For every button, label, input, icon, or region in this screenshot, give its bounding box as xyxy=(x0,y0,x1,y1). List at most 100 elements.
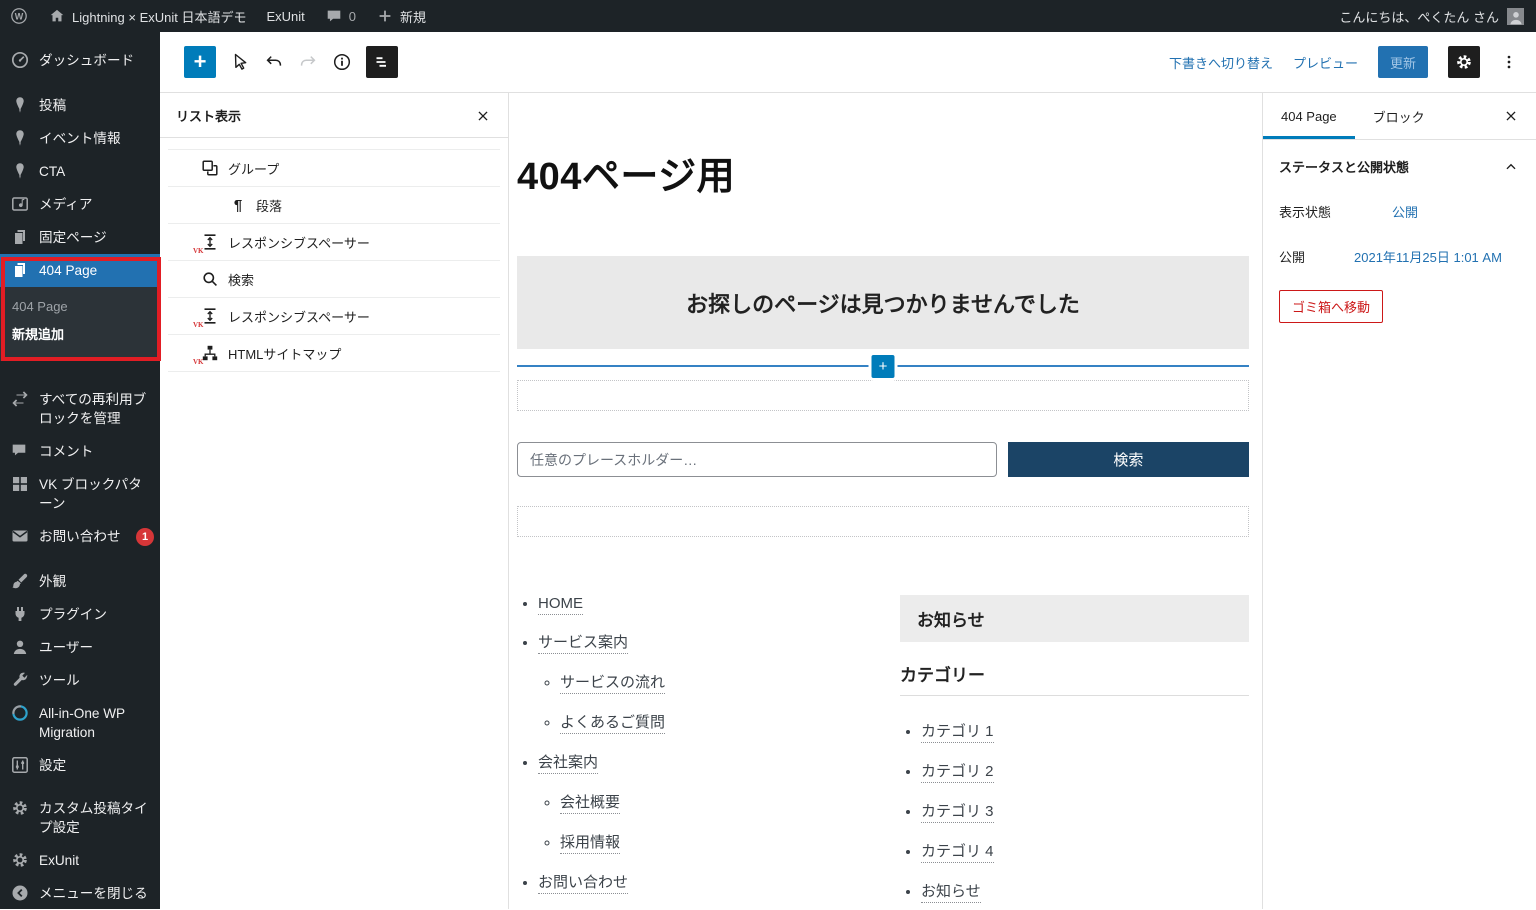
exunit-menu[interactable]: ExUnit xyxy=(257,0,315,32)
pages-icon xyxy=(10,227,30,247)
submenu-item-新規追加[interactable]: 新規追加 xyxy=(0,321,160,349)
sidebar-item-カスタム投稿タイプ設定[interactable]: カスタム投稿タイプ設定 xyxy=(0,792,160,844)
category-link[interactable]: カテゴリ 3 xyxy=(921,803,994,823)
user-icon xyxy=(10,637,30,657)
sidebar-item-cta[interactable]: CTA xyxy=(0,155,160,188)
spacer-block[interactable] xyxy=(517,380,1249,411)
list-view-item[interactable]: ¶段落 xyxy=(168,187,500,224)
sitemap-link[interactable]: お問い合わせ xyxy=(538,874,628,894)
mail-icon xyxy=(10,526,30,546)
vk-badge-icon: VK xyxy=(193,247,204,255)
publish-label: 公開 xyxy=(1279,247,1354,266)
category-link[interactable]: カテゴリ 2 xyxy=(921,763,994,783)
page-title[interactable]: 404ページ用 xyxy=(517,145,1249,200)
sitemap-link[interactable]: サービスの流れ xyxy=(560,674,665,694)
visibility-label: 表示状態 xyxy=(1279,202,1392,221)
options-kebab-icon[interactable] xyxy=(1500,53,1518,71)
collapse-icon xyxy=(10,883,30,903)
sidebar-item-all-in-one-wp-migration[interactable]: All-in-One WP Migration xyxy=(0,697,160,749)
submenu-item-404-page[interactable]: 404 Page xyxy=(0,293,160,321)
sidebar-item-ダッシュボード[interactable]: ダッシュボード xyxy=(0,44,160,77)
sidebar-item-固定ページ[interactable]: 固定ページ xyxy=(0,221,160,254)
comment-bubble-icon xyxy=(325,7,343,25)
block-inserter-button[interactable]: + xyxy=(184,46,216,78)
sidebar-item-exunit[interactable]: ExUnit xyxy=(0,844,160,877)
sitemap-link[interactable]: 会社概要 xyxy=(560,794,620,814)
sitemap-subitem: サービスの流れ xyxy=(560,671,900,692)
category-link[interactable]: カテゴリ 1 xyxy=(921,723,994,743)
sitemap-link[interactable]: 採用情報 xyxy=(560,834,620,854)
list-view-item[interactable]: VKレスポンシブスペーサー xyxy=(168,298,500,335)
pilcrow-icon: ¶ xyxy=(228,197,248,214)
sidebar-item-vk-ブロックパターン[interactable]: VK ブロックパターン xyxy=(0,468,160,520)
category-item: カテゴリ 4 xyxy=(921,840,1249,861)
list-view-item[interactable]: VKHTMLサイトマップ xyxy=(168,335,500,372)
update-button[interactable]: 更新 xyxy=(1378,46,1428,78)
category-link[interactable]: カテゴリ 4 xyxy=(921,843,994,863)
publish-date-link[interactable]: 2021年11月25日 1:01 AM xyxy=(1354,247,1502,266)
sidebar-item-メニューを閉じる[interactable]: メニューを閉じる xyxy=(0,877,160,910)
block-label: グループ xyxy=(228,159,279,178)
comment-count: 0 xyxy=(349,9,356,24)
sitemap-link[interactable]: よくあるご質問 xyxy=(560,714,665,734)
list-view-title: リスト表示 xyxy=(176,106,241,125)
sitemap-subitem: 採用情報 xyxy=(560,831,900,852)
tab-block[interactable]: ブロック xyxy=(1355,93,1443,139)
search-button[interactable]: 検索 xyxy=(1008,442,1249,477)
block-label: レスポンシブスペーサー xyxy=(228,233,370,252)
sidebar-item-イベント情報[interactable]: イベント情報 xyxy=(0,122,160,155)
category-item: お知らせ xyxy=(921,880,1249,901)
list-view-toggle-button[interactable] xyxy=(366,46,398,78)
add-block-button[interactable]: + xyxy=(872,355,895,378)
close-icon[interactable] xyxy=(1502,93,1536,139)
move-to-trash-button[interactable]: ゴミ箱へ移動 xyxy=(1279,290,1383,323)
sitemap-link[interactable]: サービス案内 xyxy=(538,634,628,654)
sitemap-link[interactable]: HOME xyxy=(538,595,583,615)
admin-sidebar-menu: ダッシュボード投稿イベント情報CTAメディア固定ページ404 Page404 P… xyxy=(0,32,160,909)
sidebar-item-ツール[interactable]: ツール xyxy=(0,664,160,697)
settings-gear-button[interactable] xyxy=(1448,46,1480,78)
new-content-menu[interactable]: 新規 xyxy=(366,0,436,32)
sidebar-item-設定[interactable]: 設定 xyxy=(0,749,160,782)
list-view-item[interactable]: グループ xyxy=(168,150,500,187)
sidebar-item-お問い合わせ[interactable]: お問い合わせ1 xyxy=(0,520,160,553)
category-heading: カテゴリー xyxy=(900,661,1249,696)
site-name: Lightning × ExUnit 日本語デモ xyxy=(72,7,247,26)
category-item: カテゴリ 3 xyxy=(921,800,1249,821)
vk-badge-icon: VK xyxy=(193,321,204,329)
tab-page[interactable]: 404 Page xyxy=(1263,93,1355,139)
sidebar-item-投稿[interactable]: 投稿 xyxy=(0,89,160,122)
sidebar-item-ユーザー[interactable]: ユーザー xyxy=(0,631,160,664)
site-name-link[interactable]: Lightning × ExUnit 日本語デモ xyxy=(38,0,257,32)
pin-icon xyxy=(10,161,30,181)
status-panel-header[interactable]: ステータスと公開状態 xyxy=(1279,157,1520,176)
pages-icon xyxy=(10,260,30,280)
wordpress-logo-icon[interactable]: W xyxy=(0,0,38,32)
sidebar-item-外観[interactable]: 外観 xyxy=(0,565,160,598)
vk-badge-icon: VK xyxy=(193,358,204,366)
undo-icon[interactable] xyxy=(264,52,284,72)
user-greeting[interactable]: こんにちは、ぺくたん さん xyxy=(1339,7,1499,26)
visibility-value-link[interactable]: 公開 xyxy=(1392,202,1418,221)
list-view-item[interactable]: 検索 xyxy=(168,261,500,298)
category-link[interactable]: お知らせ xyxy=(921,883,981,903)
sidebar-item-メディア[interactable]: メディア xyxy=(0,188,160,221)
sitemap-link[interactable]: 会社案内 xyxy=(538,754,598,774)
sidebar-item-404-page[interactable]: 404 Page xyxy=(0,254,160,287)
media-icon xyxy=(10,194,30,214)
close-icon[interactable] xyxy=(474,107,492,125)
sidebar-item-プラグイン[interactable]: プラグイン xyxy=(0,598,160,631)
list-view-item[interactable]: VK レスポンシブスペーサー xyxy=(168,224,500,261)
sidebar-item-すべての再利用ブロックを管理[interactable]: すべての再利用ブロックを管理 xyxy=(0,383,160,435)
not-found-notice-block[interactable]: お探しのページは見つかりませんでした xyxy=(517,256,1249,349)
search-input[interactable] xyxy=(517,442,997,477)
spacer-block[interactable] xyxy=(517,506,1249,537)
select-tool-icon[interactable] xyxy=(230,52,250,72)
chevron-up-icon xyxy=(1502,158,1520,176)
details-info-icon[interactable] xyxy=(332,52,352,72)
comments-menu[interactable]: 0 xyxy=(315,0,366,32)
switch-to-draft-link[interactable]: 下書きへ切り替え xyxy=(1169,53,1273,72)
preview-link[interactable]: プレビュー xyxy=(1293,53,1358,72)
avatar[interactable] xyxy=(1507,8,1524,25)
sidebar-item-コメント[interactable]: コメント xyxy=(0,435,160,468)
